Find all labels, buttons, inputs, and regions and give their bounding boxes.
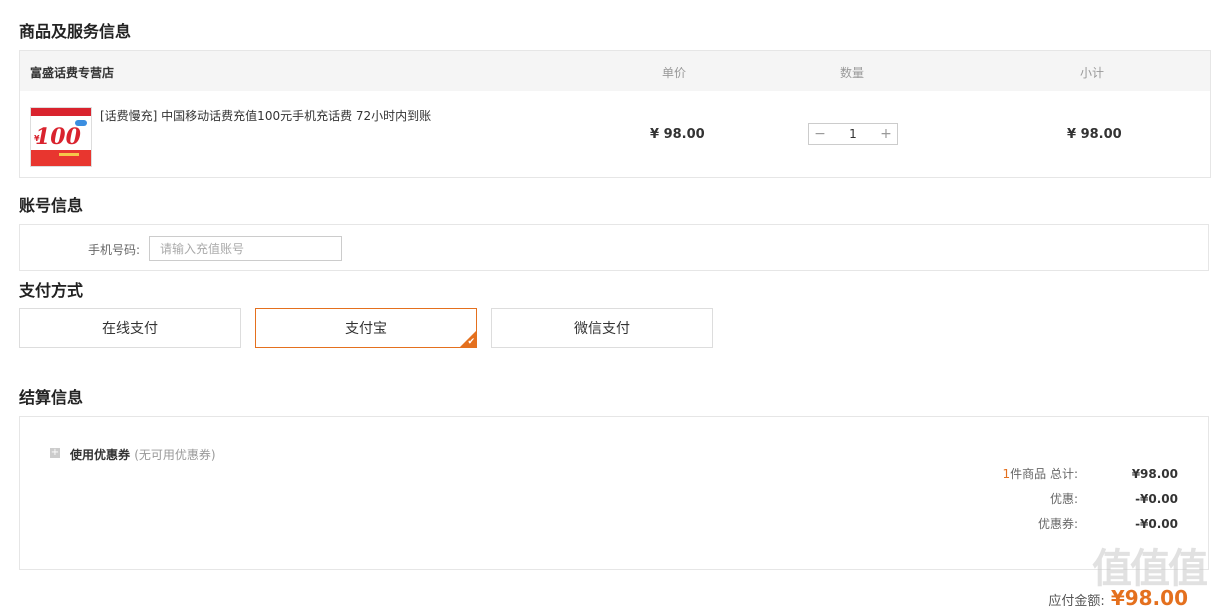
pay-option-alipay[interactable]: 支付宝 ✔	[255, 308, 477, 348]
section-title-account: 账号信息	[19, 196, 84, 215]
payable-label: 应付金额:	[1048, 594, 1105, 609]
pay-option-online-label: 在线支付	[102, 321, 158, 337]
section-title-payment: 支付方式	[19, 281, 84, 300]
settlement-box: + 使用优惠券 (无可用优惠券) 1件商品 总计: ¥98.00 优惠: -¥0…	[19, 416, 1209, 570]
summary-total-row: 1件商品 总计: ¥98.00	[898, 465, 1179, 482]
summary-discount-row: 优惠: -¥0.00	[898, 490, 1178, 507]
quantity-value[interactable]: 1	[831, 127, 875, 141]
payable-amount: 应付金额: ¥98.00	[1048, 586, 1188, 610]
thumb-top-band	[31, 108, 91, 116]
shop-name[interactable]: 富盛话费专营店	[30, 64, 114, 81]
product-table-header: 富盛话费专营店 单价 数量 小计	[20, 51, 1210, 91]
col-head-subtotal: 小计	[1079, 66, 1104, 80]
summary-discount-value: -¥0.00	[1135, 491, 1178, 506]
thumb-amount: 100	[35, 124, 81, 150]
coupon-note: (无可用优惠券)	[134, 448, 216, 462]
quantity-plus-button[interactable]: +	[875, 126, 897, 142]
item-count: 1	[1002, 467, 1011, 481]
quantity-minus-button[interactable]: −	[809, 126, 831, 142]
summary-total-label: 1件商品 总计:	[1003, 465, 1079, 482]
pay-option-alipay-label: 支付宝	[345, 321, 387, 337]
summary-coupon-label: 优惠券:	[1037, 517, 1078, 531]
pay-option-online[interactable]: 在线支付	[19, 308, 241, 348]
coupon-toggle-label[interactable]: 使用优惠券 (无可用优惠券)	[70, 446, 216, 463]
coupon-label-text: 使用优惠券	[70, 448, 131, 462]
summary-total-text: 件商品 总计:	[1010, 467, 1078, 481]
thumb-yellow-stripe	[59, 153, 79, 156]
phone-input[interactable]	[149, 236, 342, 261]
col-head-price: 单价	[661, 66, 686, 80]
subtotal-value: ¥ 98.00	[1067, 127, 1122, 142]
section-title-settlement: 结算信息	[19, 388, 84, 407]
payable-value: ¥98.00	[1110, 586, 1188, 610]
unit-price: ¥ 98.00	[650, 127, 705, 142]
coupon-expand-icon[interactable]: +	[50, 448, 60, 458]
phone-label: 手机号码:	[88, 243, 141, 257]
summary-coupon-value: -¥0.00	[1135, 516, 1178, 531]
summary-total-value: ¥98.00	[1131, 466, 1178, 481]
product-name-link[interactable]: [话费慢充] 中国移动话费充值100元手机充话费 72小时内到账	[100, 107, 431, 124]
pay-option-wechat[interactable]: 微信支付	[491, 308, 713, 348]
product-thumbnail[interactable]: ¥ 100	[30, 107, 92, 167]
col-head-quantity: 数量	[839, 66, 864, 80]
product-table: 富盛话费专营店 单价 数量 小计 ¥ 100 [话费慢充] 中国移动话费充值10…	[19, 50, 1211, 178]
account-form: 手机号码:	[19, 224, 1209, 271]
pay-option-wechat-label: 微信支付	[574, 321, 630, 337]
summary-coupon-row: 优惠券: -¥0.00	[898, 515, 1178, 532]
summary-discount-label: 优惠:	[1049, 492, 1078, 506]
section-title-product: 商品及服务信息	[19, 22, 132, 41]
check-icon: ✔	[467, 337, 475, 347]
quantity-stepper: − 1 +	[808, 123, 898, 145]
product-row: ¥ 100 [话费慢充] 中国移动话费充值100元手机充话费 72小时内到账 ¥…	[20, 91, 1210, 177]
